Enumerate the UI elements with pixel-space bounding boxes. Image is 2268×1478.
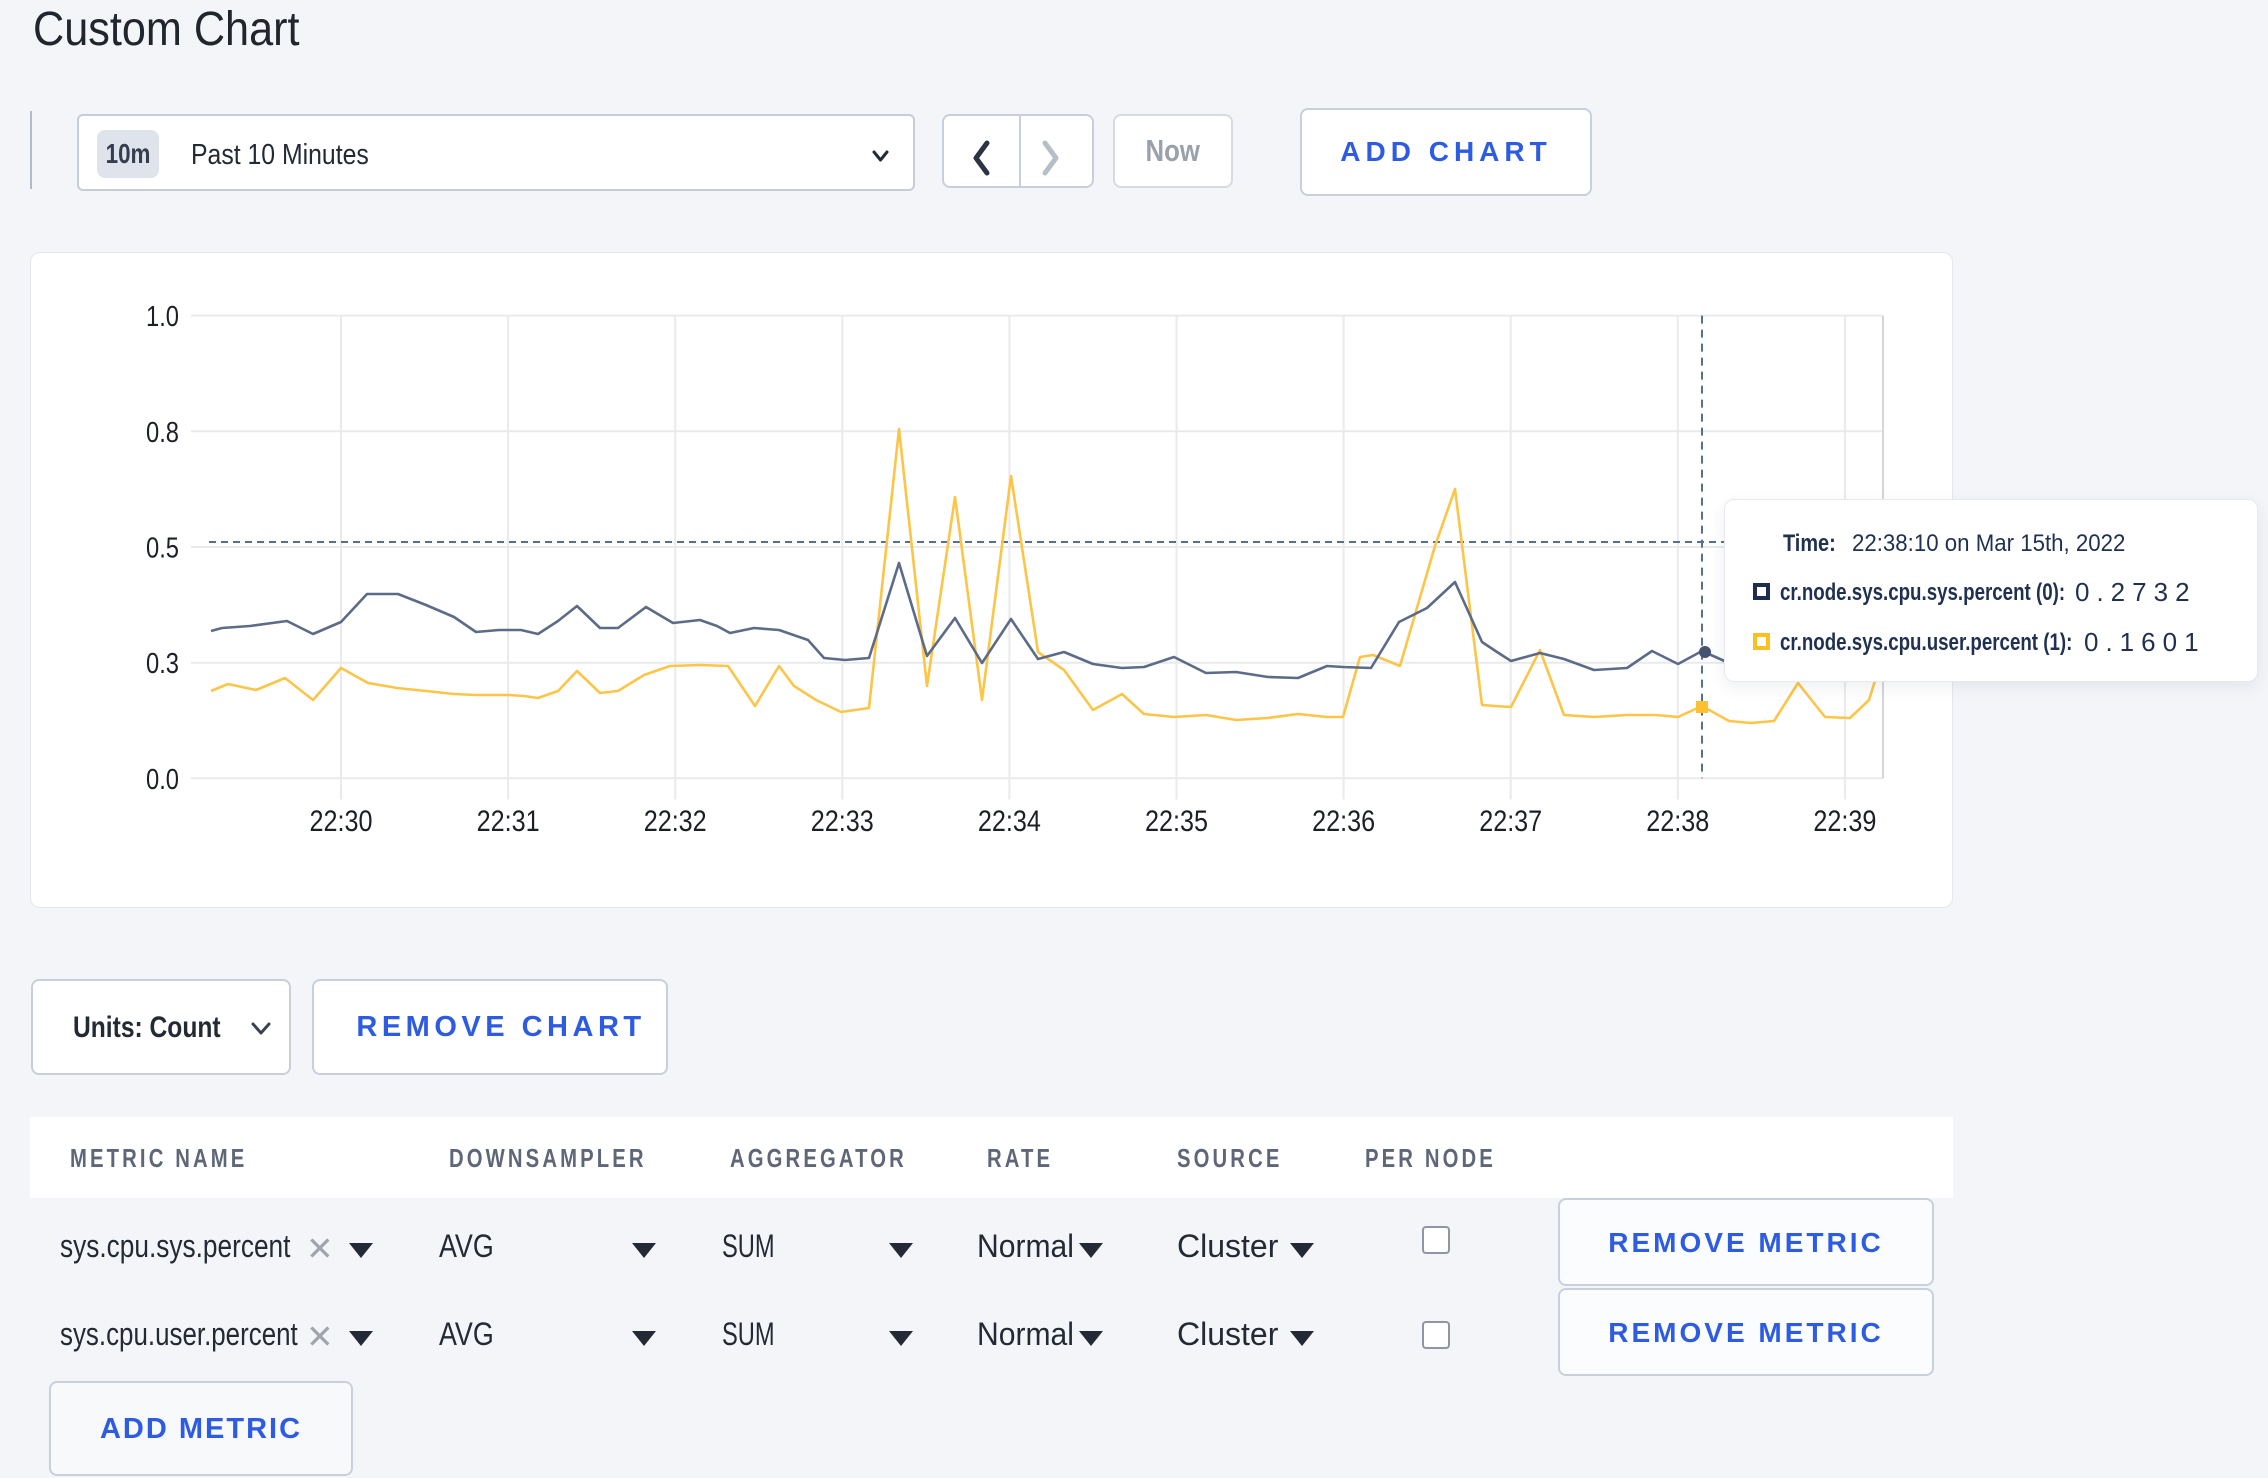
svg-text:22:34: 22:34 (978, 805, 1041, 838)
svg-text:0.5: 0.5 (146, 533, 179, 565)
svg-text:0.8: 0.8 (146, 417, 179, 449)
svg-text:0.0: 0.0 (146, 764, 179, 796)
svg-text:22:30: 22:30 (310, 805, 373, 838)
svg-text:22:36: 22:36 (1312, 805, 1375, 838)
svg-text:22:35: 22:35 (1145, 805, 1208, 838)
svg-text:22:38: 22:38 (1646, 805, 1709, 838)
svg-text:22:32: 22:32 (644, 805, 707, 838)
svg-text:22:31: 22:31 (477, 805, 540, 838)
svg-text:22:39: 22:39 (1813, 805, 1876, 838)
svg-text:1.0: 1.0 (146, 301, 179, 333)
svg-text:22:33: 22:33 (811, 805, 874, 838)
svg-text:22:37: 22:37 (1479, 805, 1542, 838)
svg-text:0.3: 0.3 (146, 648, 179, 680)
